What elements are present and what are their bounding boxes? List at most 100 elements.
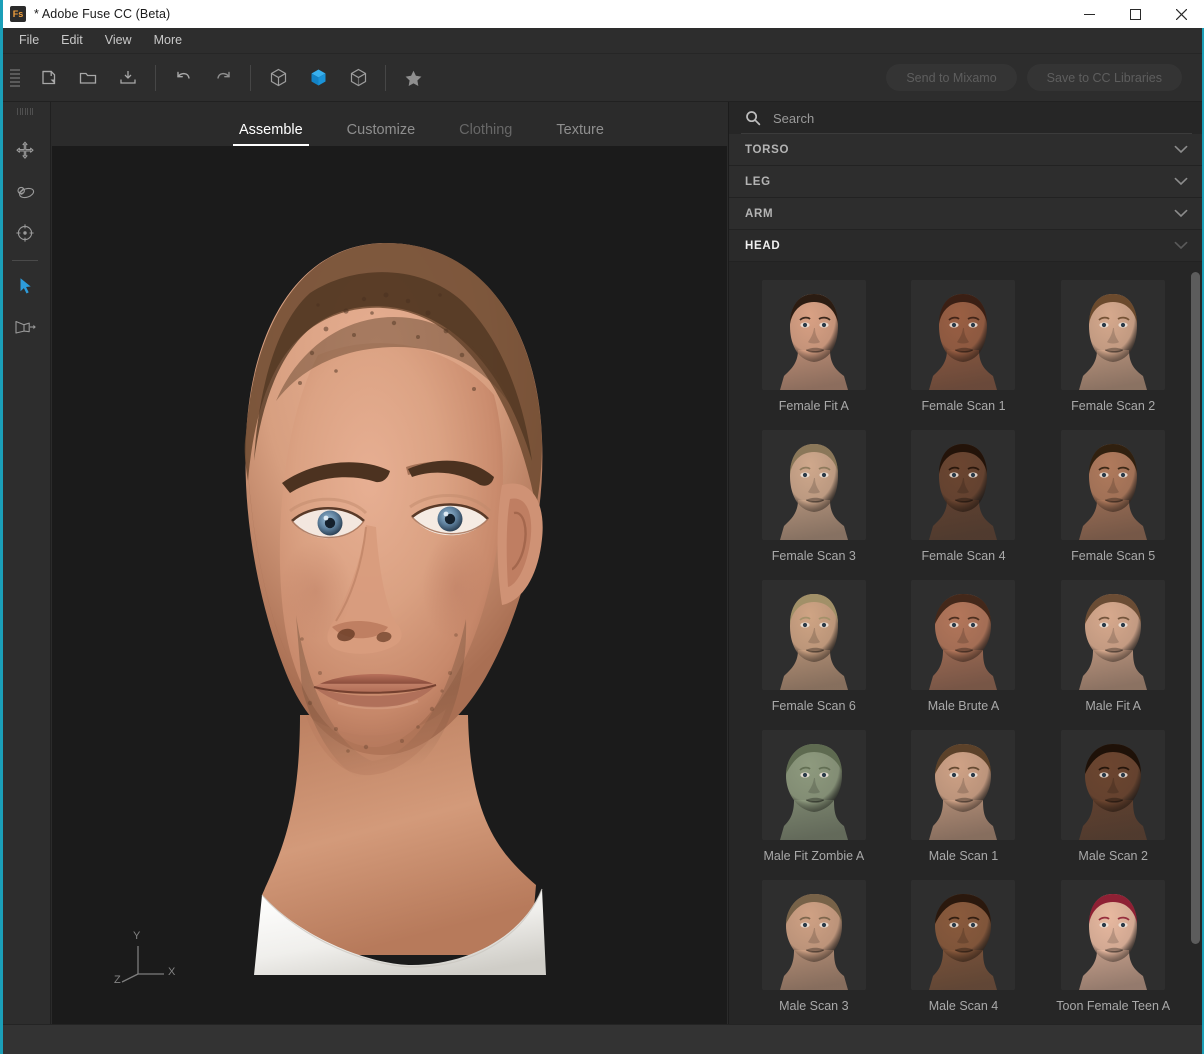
head-asset-label: Male Brute A	[927, 699, 1000, 713]
close-button[interactable]	[1158, 0, 1204, 28]
head-asset-cell[interactable]: Male Fit Zombie A	[739, 730, 889, 880]
toolbar-divider	[250, 64, 251, 91]
axis-label-z: Z	[114, 974, 121, 986]
head-asset-cell[interactable]: Male Scan 2	[1038, 730, 1188, 880]
section-label-head: HEAD	[745, 239, 781, 252]
head-asset-cell[interactable]: Female Scan 6	[739, 580, 889, 730]
category-sections: TORSO LEG ARM HEAD	[729, 134, 1204, 262]
head-asset-grid: Female Fit A Female Scan 1 Female Scan 2 Fe…	[729, 262, 1204, 1024]
head-asset-cell[interactable]: Female Fit A	[739, 280, 889, 430]
save-icon[interactable]	[108, 61, 148, 95]
new-document-icon[interactable]	[28, 61, 68, 95]
menu-item-more[interactable]: More	[143, 30, 193, 51]
send-to-mixamo-button[interactable]: Send to Mixamo	[886, 64, 1017, 91]
section-header-torso[interactable]: TORSO	[729, 134, 1204, 166]
window-focus-accent-left	[0, 0, 3, 1054]
axis-label-x: X	[168, 966, 176, 978]
head-asset-thumbnail[interactable]	[1061, 730, 1166, 840]
viewport-wrapper: Y X Z	[51, 146, 728, 1024]
head-asset-label: Female Scan 2	[1071, 399, 1156, 413]
search-input[interactable]	[773, 110, 1190, 126]
head-asset-cell[interactable]: Male Brute A	[889, 580, 1039, 730]
head-asset-thumbnail[interactable]	[911, 580, 1016, 690]
character-model-render	[244, 243, 546, 975]
head-asset-thumbnail[interactable]	[1061, 880, 1166, 990]
head-asset-grid-scroll[interactable]: Female Fit A Female Scan 1 Female Scan 2 Fe…	[729, 262, 1204, 1024]
menu-item-view[interactable]: View	[94, 30, 143, 51]
pan-tool[interactable]	[5, 130, 45, 171]
chevron-down-icon	[1174, 209, 1188, 218]
head-asset-thumbnail[interactable]	[1061, 430, 1166, 540]
head-asset-cell[interactable]: Toon Female Teen A	[1038, 880, 1188, 1024]
tab-texture[interactable]: Texture	[534, 122, 626, 147]
head-asset-cell[interactable]: Female Scan 1	[889, 280, 1039, 430]
head-asset-label: Female Fit A	[778, 399, 849, 413]
head-asset-cell[interactable]: Male Scan 3	[739, 880, 889, 1024]
head-asset-cell[interactable]: Male Scan 1	[889, 730, 1039, 880]
section-label-leg: LEG	[745, 175, 771, 188]
cube-shaded-icon[interactable]	[338, 61, 378, 95]
minimize-button[interactable]	[1066, 0, 1112, 28]
head-asset-thumbnail[interactable]	[1061, 280, 1166, 390]
window-title-bar: Fs * Adobe Fuse CC (Beta)	[0, 0, 1204, 28]
tab-assemble[interactable]: Assemble	[217, 122, 325, 147]
head-asset-label: Male Scan 2	[1078, 849, 1148, 863]
transform-tool[interactable]	[5, 306, 45, 347]
rail-drag-handle[interactable]	[17, 108, 33, 118]
head-asset-thumbnail[interactable]	[761, 580, 866, 690]
undo-icon[interactable]	[163, 61, 203, 95]
tab-clothing[interactable]: Clothing	[437, 122, 534, 147]
3d-viewport[interactable]: Y X Z	[52, 146, 727, 1024]
head-asset-thumbnail[interactable]	[911, 880, 1016, 990]
head-asset-thumbnail[interactable]	[911, 280, 1016, 390]
maximize-button[interactable]	[1112, 0, 1158, 28]
toolbar-drag-handle[interactable]	[10, 67, 20, 89]
cube-solid-icon[interactable]	[298, 61, 338, 95]
head-asset-thumbnail[interactable]	[911, 430, 1016, 540]
head-asset-thumbnail[interactable]	[1061, 580, 1166, 690]
fuse-application-window: Fs * Adobe Fuse CC (Beta) File Edit View…	[0, 0, 1204, 1054]
head-asset-thumbnail[interactable]	[911, 730, 1016, 840]
orbit-tool[interactable]	[5, 171, 45, 212]
tab-customize[interactable]: Customize	[325, 122, 438, 147]
section-header-arm[interactable]: ARM	[729, 198, 1204, 230]
save-to-cc-libraries-button[interactable]: Save to CC Libraries	[1026, 64, 1182, 91]
head-asset-cell[interactable]: Female Scan 3	[739, 430, 889, 580]
menu-item-file[interactable]: File	[8, 30, 50, 51]
menu-bar: File Edit View More	[0, 28, 1204, 54]
head-asset-cell[interactable]: Female Scan 4	[889, 430, 1039, 580]
window-title: * Adobe Fuse CC (Beta)	[34, 7, 171, 21]
select-tool[interactable]	[5, 265, 45, 306]
head-asset-cell[interactable]: Female Scan 5	[1038, 430, 1188, 580]
search-icon	[745, 110, 761, 126]
head-asset-thumbnail[interactable]	[761, 880, 866, 990]
menu-item-edit[interactable]: Edit	[50, 30, 94, 51]
axis-label-y: Y	[133, 930, 141, 942]
panel-scrollbar-track[interactable]	[1191, 272, 1200, 958]
head-asset-cell[interactable]: Male Scan 4	[889, 880, 1039, 1024]
head-asset-label: Female Scan 1	[921, 399, 1006, 413]
section-header-leg[interactable]: LEG	[729, 166, 1204, 198]
cube-wireframe-icon[interactable]	[258, 61, 298, 95]
panel-scrollbar-thumb[interactable]	[1191, 272, 1200, 944]
head-asset-cell[interactable]: Female Scan 2	[1038, 280, 1188, 430]
chevron-down-icon	[1174, 145, 1188, 154]
toolbar-divider	[385, 64, 386, 91]
head-asset-label: Female Scan 5	[1071, 549, 1156, 563]
app-logo-icon: Fs	[10, 6, 26, 22]
head-asset-thumbnail[interactable]	[761, 280, 866, 390]
open-folder-icon[interactable]	[68, 61, 108, 95]
redo-icon[interactable]	[203, 61, 243, 95]
head-asset-cell[interactable]: Male Fit A	[1038, 580, 1188, 730]
head-asset-thumbnail[interactable]	[761, 430, 866, 540]
head-asset-thumbnail[interactable]	[761, 730, 866, 840]
star-icon[interactable]	[393, 61, 433, 95]
focus-tool[interactable]	[5, 212, 45, 253]
toolbar-divider	[155, 64, 156, 91]
application-body: Assemble Customize Clothing Texture Y X …	[0, 102, 1204, 1024]
mode-tabs: Assemble Customize Clothing Texture	[51, 102, 728, 146]
head-asset-label: Male Scan 4	[928, 999, 999, 1013]
section-label-torso: TORSO	[745, 143, 790, 156]
center-column: Assemble Customize Clothing Texture Y X …	[51, 102, 728, 1024]
section-header-head[interactable]: HEAD	[729, 230, 1204, 262]
